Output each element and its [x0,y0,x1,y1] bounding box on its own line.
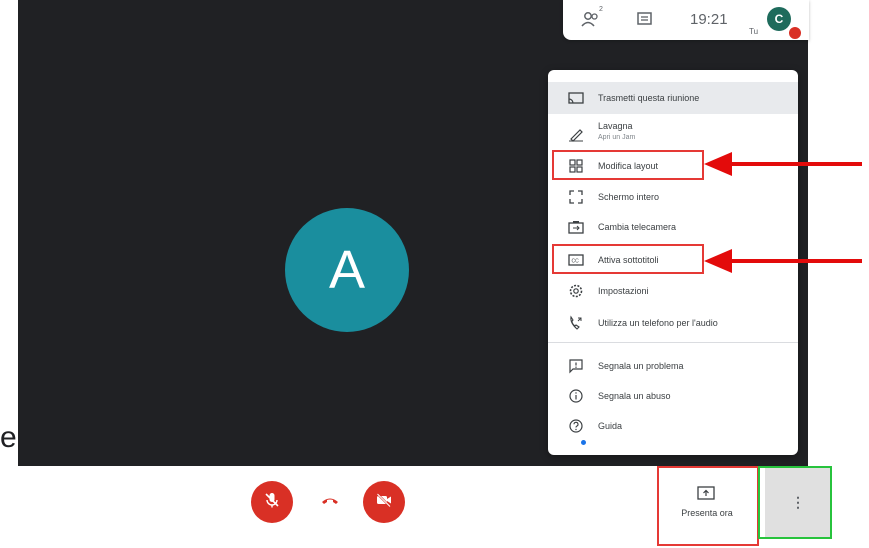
pen-icon [568,126,584,142]
fullscreen-icon [568,189,584,205]
annotation-box-change-layout [552,150,704,180]
annotation-box-captions [552,244,704,274]
you-label: Tu [749,27,759,36]
camera-toggle-button[interactable] [363,481,405,523]
gear-icon [568,283,584,299]
menu-item-cast[interactable]: Trasmetti questa riunione [548,82,798,114]
annotation-arrow-captions-line [730,259,862,263]
mic-off-icon [263,491,281,514]
menu-item-settings[interactable]: Impostazioni [548,278,798,304]
self-avatar[interactable]: C [767,7,791,31]
menu-item-fullscreen[interactable]: Schermo intero [548,184,798,210]
help-icon [568,418,584,434]
menu-label-cast: Trasmetti questa riunione [598,93,700,103]
menu-item-switch-camera[interactable]: Cambia telecamera [548,214,798,240]
feedback-icon [568,358,584,374]
hang-up-icon [320,493,340,511]
chat-icon[interactable] [635,10,657,30]
mic-muted-badge [788,26,802,40]
info-icon [568,388,584,404]
annotation-arrow-captions-head [704,249,732,273]
participant-initial: A [328,240,366,300]
meeting-topbar: 2 19:21 Tu C [563,0,809,40]
cropped-text-fragment: e [0,421,17,454]
menu-label-report-abuse: Segnala un abuso [598,391,671,401]
menu-label-help: Guida [598,421,623,431]
new-indicator-dot [581,440,586,445]
participant-avatar: A [285,208,409,332]
menu-label-report-problem: Segnala un problema [598,361,684,371]
clock-time: 19:21 [690,11,728,28]
menu-divider [548,342,798,343]
menu-label-phone-audio: Utilizza un telefono per l'audio [598,318,718,328]
people-icon[interactable] [581,10,603,30]
cast-icon [568,90,584,106]
menu-label-settings: Impostazioni [598,286,649,296]
annotation-box-more-options [758,466,832,539]
phone-audio-icon [568,315,584,331]
annotation-arrow-layout-head [704,152,732,176]
menu-label-whiteboard: Lavagna [598,121,633,131]
menu-item-phone-audio[interactable]: Utilizza un telefono per l'audio [548,310,798,336]
annotation-box-present [657,466,759,546]
leave-call-button[interactable] [309,481,351,523]
menu-sublabel-whiteboard: Apri un Jam [598,134,636,141]
menu-item-help[interactable]: Guida [548,414,798,438]
annotation-arrow-layout-line [730,162,862,166]
self-avatar-initial: C [774,12,784,26]
menu-label-switch-camera: Cambia telecamera [598,222,677,232]
microphone-toggle-button[interactable] [251,481,293,523]
menu-item-whiteboard[interactable]: Lavagna Apri un Jam [548,116,798,152]
menu-item-report-abuse[interactable]: Segnala un abuso [548,384,798,408]
menu-item-report-problem[interactable]: Segnala un problema [548,354,798,378]
switch-camera-icon [568,219,584,235]
menu-label-fullscreen: Schermo intero [598,192,660,202]
camera-off-icon [375,491,393,514]
people-count: 2 [599,6,603,13]
